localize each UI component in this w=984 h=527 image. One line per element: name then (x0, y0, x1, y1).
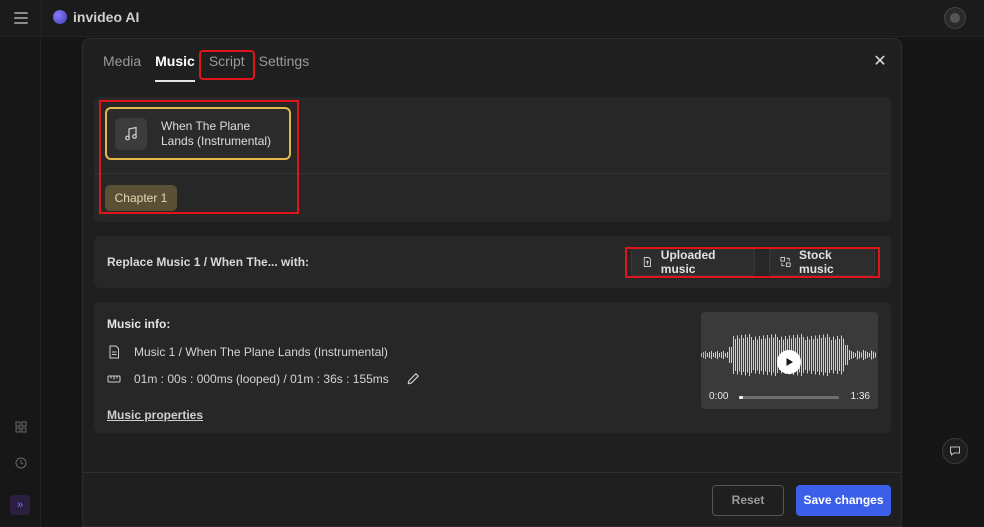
music-info-section: Music info: Music 1 / When The Plane Lan… (94, 302, 891, 433)
chat-icon[interactable] (942, 438, 968, 464)
chapter-chip[interactable]: Chapter 1 (105, 185, 177, 211)
play-icon (786, 358, 793, 366)
menu-icon[interactable] (14, 12, 28, 24)
expand-sidebar-icon[interactable]: » (10, 495, 30, 515)
tab-settings[interactable]: Settings (252, 53, 317, 77)
ruler-icon (107, 375, 121, 383)
save-changes-button[interactable]: Save changes (796, 485, 891, 516)
logo-text: invideo AI (73, 9, 140, 25)
history-icon[interactable] (14, 457, 27, 470)
stock-swap-icon (780, 256, 791, 268)
top-bar: invideo AI (0, 0, 984, 37)
file-icon (109, 345, 119, 359)
music-modal: Media Music Script Settings ✕ When The P… (82, 38, 902, 527)
edit-pencil-icon[interactable] (406, 372, 420, 386)
tab-script[interactable]: Script (198, 50, 255, 80)
footer-divider (83, 472, 901, 473)
play-button[interactable] (777, 350, 801, 374)
chapter-divider (94, 173, 891, 174)
replace-music-section: Replace Music 1 / When The... with: Uplo… (94, 236, 891, 288)
progress-bar[interactable] (739, 396, 839, 399)
chapter-music-section: When The Plane Lands (Instrumental) Chap… (94, 97, 891, 222)
left-rail (0, 38, 41, 527)
uploaded-music-button[interactable]: Uploaded music (631, 248, 755, 276)
time-total: 1:36 (850, 391, 870, 402)
music-card-title: When The Plane Lands (Instrumental) (161, 118, 272, 148)
music-note-icon (115, 117, 147, 150)
reset-button[interactable]: Reset (712, 485, 784, 516)
logo-icon (53, 10, 67, 24)
music-properties-link[interactable]: Music properties (107, 408, 203, 422)
avatar[interactable] (944, 7, 966, 29)
audio-player: 0:00 1:36 (701, 312, 878, 409)
music-name: Music 1 / When The Plane Lands (Instrume… (134, 345, 388, 359)
music-duration: 01m : 00s : 000ms (looped) / 01m : 36s :… (134, 372, 389, 386)
music-info-title: Music info: (107, 317, 171, 331)
replace-label: Replace Music 1 / When The... with: (107, 255, 310, 269)
music-name-row: Music 1 / When The Plane Lands (Instrume… (107, 345, 388, 359)
uploaded-music-label: Uploaded music (660, 248, 716, 276)
music-card[interactable]: When The Plane Lands (Instrumental) (105, 107, 291, 160)
close-icon[interactable]: ✕ (871, 53, 889, 71)
app-logo[interactable]: invideo AI (53, 9, 139, 25)
progress-fill (739, 396, 743, 399)
tab-music[interactable]: Music (148, 53, 202, 82)
music-duration-row: 01m : 00s : 000ms (looped) / 01m : 36s :… (107, 372, 420, 386)
stock-music-label: Stock music (799, 248, 834, 276)
topbar-divider (41, 0, 42, 37)
stock-music-button[interactable]: Stock music (769, 248, 875, 276)
time-current: 0:00 (709, 391, 729, 402)
tab-media[interactable]: Media (96, 53, 148, 77)
modal-tabs: Media Music Script Settings (96, 50, 317, 83)
upload-file-icon (643, 257, 651, 267)
grid-icon[interactable] (14, 421, 27, 434)
